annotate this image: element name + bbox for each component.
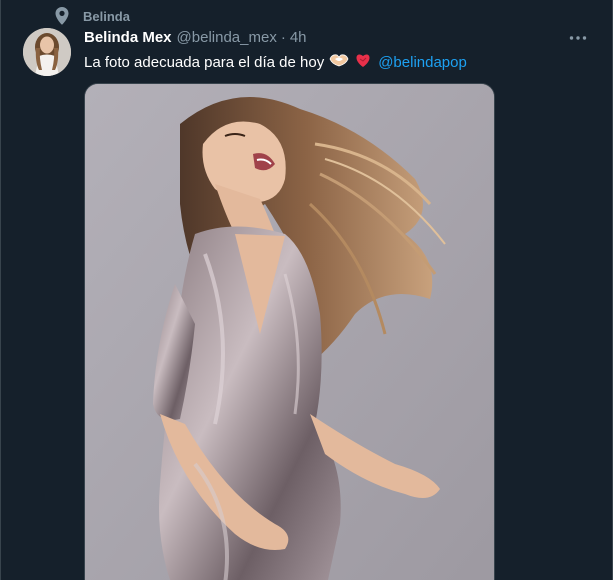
social-context[interactable]: Belinda <box>55 6 130 26</box>
handshake-heart-icon <box>329 52 349 72</box>
tweet-photo[interactable] <box>84 83 495 580</box>
tweet-card[interactable]: Belinda Belinda Mex @belinda_mex · 4h La… <box>0 0 613 580</box>
location-pin-icon <box>55 7 69 25</box>
tweet-header: Belinda Mex @belinda_mex · 4h <box>84 29 307 46</box>
heart-icon <box>354 52 372 72</box>
photo-image <box>85 84 494 580</box>
social-context-label: Belinda <box>83 8 130 24</box>
mention-link[interactable]: @belindapop <box>378 54 467 71</box>
display-name[interactable]: Belinda Mex <box>84 29 172 46</box>
separator: · <box>280 29 286 46</box>
more-options-icon <box>569 36 587 40</box>
tweet-text-body: La foto adecuada para el día de hoy <box>84 53 325 71</box>
user-handle[interactable]: @belinda_mex <box>177 29 277 46</box>
avatar[interactable] <box>23 28 71 76</box>
tweet-text: La foto adecuada para el día de hoy @bel… <box>84 52 467 72</box>
more-options-button[interactable] <box>566 28 590 48</box>
avatar-image <box>23 28 71 76</box>
timestamp[interactable]: 4h <box>290 29 307 46</box>
